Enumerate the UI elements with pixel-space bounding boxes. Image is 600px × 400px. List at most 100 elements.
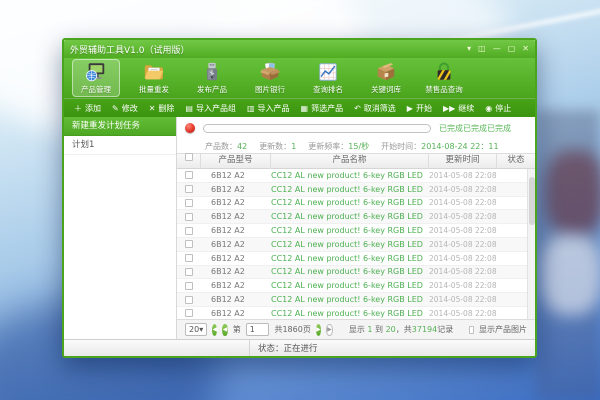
- toolbar-prohibited-query[interactable]: 禁售品查询: [420, 59, 468, 97]
- page-label: 第: [233, 324, 241, 335]
- sidebar-item-new-plan[interactable]: 新建重发计划任务: [64, 117, 176, 136]
- toolbar-product-management[interactable]: 产品管理: [72, 59, 120, 97]
- cell-product-name[interactable]: CC12 AL new product! 6-key RGB LED: [271, 254, 429, 263]
- statusbar-section: [64, 340, 250, 356]
- table-row[interactable]: 6B12 A2 CC12 AL new product! 6-key RGB L…: [177, 266, 535, 280]
- row-checkbox[interactable]: [185, 282, 193, 290]
- folder-icon: [143, 61, 165, 83]
- row-checkbox[interactable]: [185, 227, 193, 235]
- action-toolbar: ＋添加 ✎修改 ✕删除 ▤导入产品组 ▥导入产品 ▦筛选产品 ↶取消筛选 ▶开始…: [64, 98, 535, 117]
- chart-icon: [317, 61, 339, 83]
- toolbar-batch-resend[interactable]: 批量重发: [130, 59, 178, 97]
- table-scrollbar[interactable]: [527, 169, 535, 319]
- row-checkbox[interactable]: [185, 171, 193, 179]
- progress-bar: [203, 124, 431, 133]
- toolbar-publish-product[interactable]: 发布产品: [188, 59, 236, 97]
- page-size-select[interactable]: 20▾: [185, 323, 207, 336]
- table-row[interactable]: 6B12 A2 CC12 AL new product! 6-key RGB L…: [177, 238, 535, 252]
- show-images-checkbox[interactable]: [469, 326, 474, 334]
- skin-icon[interactable]: ▾: [467, 44, 471, 54]
- table-row[interactable]: 6B12 A2 CC12 AL new product! 6-key RGB L…: [177, 197, 535, 211]
- wallpaper-blur: [545, 150, 600, 235]
- cell-product-name[interactable]: CC12 AL new product! 6-key RGB LED: [271, 295, 429, 304]
- select-all-cell[interactable]: [177, 153, 201, 169]
- cell-product-name[interactable]: CC12 AL new product! 6-key RGB LED: [271, 281, 429, 290]
- table-row[interactable]: 6B12 A2 CC12 AL new product! 6-key RGB L…: [177, 279, 535, 293]
- status-text: 状态：正在进行: [250, 342, 318, 354]
- close-button[interactable]: ✕: [522, 44, 529, 54]
- main-panel: 已完成已完成已完成 产品数：42 更新数：1 更新频率：15/秒 开始时间：20…: [177, 117, 535, 339]
- cell-update-time: 2014-05-08 22:08: [429, 212, 497, 221]
- table-row[interactable]: 6B12 A2 CC12 AL new product! 6-key RGB L…: [177, 224, 535, 238]
- edit-button[interactable]: ✎修改: [112, 103, 138, 114]
- last-page-button[interactable]: ▶: [326, 324, 333, 336]
- page-number-input[interactable]: 1: [246, 323, 270, 336]
- cell-product-model: 6B12 A2: [201, 254, 271, 263]
- cell-product-name[interactable]: CC12 AL new product! 6-key RGB LED: [271, 171, 429, 180]
- cell-product-model: 6B12 A2: [201, 295, 271, 304]
- cell-product-name[interactable]: CC12 AL new product! 6-key RGB LED: [271, 309, 429, 318]
- table-row[interactable]: 6B12 A2 CC12 AL new product! 6-key RGB L…: [177, 210, 535, 224]
- table-row[interactable]: 6B12 A2 CC12 AL new product! 6-key RGB L…: [177, 252, 535, 266]
- header-status[interactable]: 状态: [497, 153, 535, 169]
- table-row[interactable]: 6B12 A2 CC12 AL new product! 6-key RGB L…: [177, 293, 535, 307]
- first-page-button[interactable]: ◀: [212, 324, 217, 336]
- row-checkbox[interactable]: [185, 254, 193, 262]
- minimize-button[interactable]: —: [493, 44, 501, 54]
- cell-product-name[interactable]: CC12 AL new product! 6-key RGB LED: [271, 212, 429, 221]
- row-checkbox[interactable]: [185, 268, 193, 276]
- import-product-button[interactable]: ▥导入产品: [247, 103, 290, 114]
- wallpaper-blur: [540, 235, 600, 315]
- row-checkbox[interactable]: [185, 296, 193, 304]
- header-name[interactable]: 产品名称: [271, 153, 429, 169]
- start-button[interactable]: ▶开始: [407, 103, 432, 114]
- select-all-checkbox[interactable]: [185, 153, 193, 161]
- toolbar-label: 查询排名: [313, 84, 343, 95]
- update-count: 更新数：1: [259, 141, 296, 152]
- toolbar-label: 禁售品查询: [425, 84, 463, 95]
- maximize-button[interactable]: ▢: [508, 44, 516, 54]
- delete-button[interactable]: ✕删除: [149, 103, 175, 114]
- cell-product-name[interactable]: CC12 AL new product! 6-key RGB LED: [271, 226, 429, 235]
- row-checkbox[interactable]: [185, 199, 193, 207]
- menu-icon[interactable]: ◫: [478, 44, 486, 54]
- toolbar-keyword-library[interactable]: 关键词库: [362, 59, 410, 97]
- filter-products-button[interactable]: ▦筛选产品: [301, 103, 344, 114]
- cell-product-name[interactable]: CC12 AL new product! 6-key RGB LED: [271, 185, 429, 194]
- table-row[interactable]: 6B12 A2 CC12 AL new product! 6-key RGB L…: [177, 183, 535, 197]
- header-time[interactable]: 更新时间: [429, 153, 497, 169]
- update-frequency: 更新频率：15/秒: [308, 141, 369, 152]
- row-checkbox[interactable]: [185, 240, 193, 248]
- window-title: 外贸辅助工具V1.0（试用版）: [70, 43, 189, 56]
- stop-button[interactable]: ◉停止: [485, 103, 511, 114]
- cell-product-model: 6B12 A2: [201, 309, 271, 318]
- table-row[interactable]: 6B12 A2 CC12 AL new product! 6-key RGB L…: [177, 169, 535, 183]
- table-row[interactable]: 6B12 A2 CC12 AL new product! 6-key RGB L…: [177, 307, 535, 319]
- cell-product-model: 6B12 A2: [201, 198, 271, 207]
- cell-update-time: 2014-05-08 22:08: [429, 171, 497, 180]
- cell-product-name[interactable]: CC12 AL new product! 6-key RGB LED: [271, 198, 429, 207]
- toolbar-picture-bank[interactable]: 图片银行: [246, 59, 294, 97]
- next-page-button[interactable]: ▶: [316, 324, 321, 336]
- cell-update-time: 2014-05-08 22:08: [429, 267, 497, 276]
- cancel-filter-button[interactable]: ↶取消筛选: [354, 103, 396, 114]
- titlebar[interactable]: 外贸辅助工具V1.0（试用版） ▾ ◫ — ▢ ✕: [64, 40, 535, 58]
- import-product-group-button[interactable]: ▤导入产品组: [185, 103, 236, 114]
- cell-product-name[interactable]: CC12 AL new product! 6-key RGB LED: [271, 240, 429, 249]
- cell-product-model: 6B12 A2: [201, 226, 271, 235]
- record-indicator-icon: [185, 123, 195, 133]
- prev-page-button[interactable]: ◀: [222, 324, 227, 336]
- continue-button[interactable]: ▶▶继续: [443, 103, 474, 114]
- header-model[interactable]: 产品型号: [201, 153, 271, 169]
- scrollbar-thumb[interactable]: [529, 177, 535, 225]
- row-checkbox[interactable]: [185, 309, 193, 317]
- cell-product-model: 6B12 A2: [201, 240, 271, 249]
- undo-icon: ↶: [354, 104, 361, 113]
- add-button[interactable]: ＋添加: [74, 103, 101, 114]
- row-checkbox[interactable]: [185, 213, 193, 221]
- sidebar-item-plan1[interactable]: 计划1: [64, 136, 176, 155]
- toolbar-query-ranking[interactable]: 查询排名: [304, 59, 352, 97]
- cell-product-name[interactable]: CC12 AL new product! 6-key RGB LED: [271, 267, 429, 276]
- row-checkbox[interactable]: [185, 185, 193, 193]
- usb-drive-icon: [201, 61, 223, 83]
